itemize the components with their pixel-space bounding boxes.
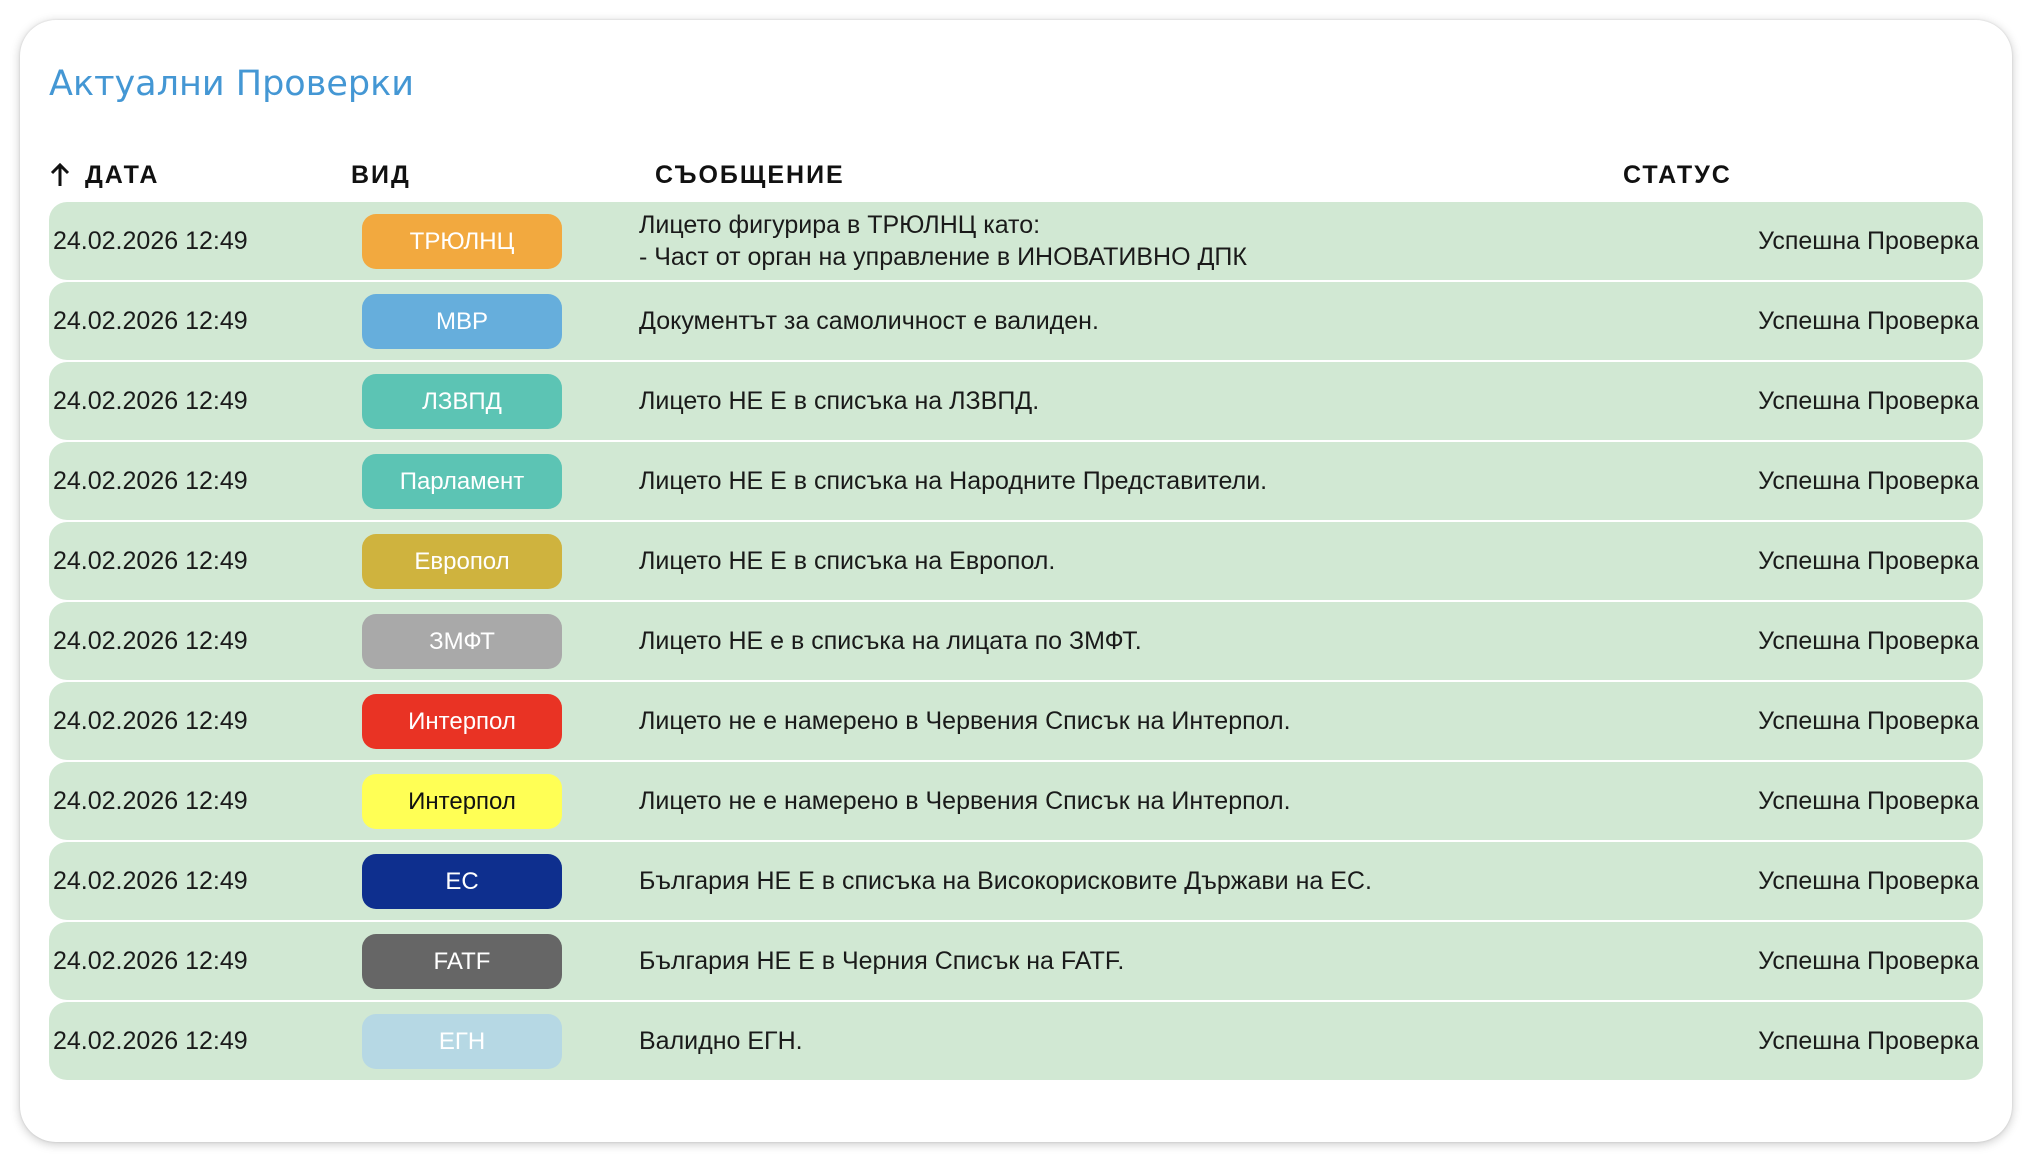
- table-row[interactable]: 24.02.2026 12:49 Интерпол Лицето не е наме…: [49, 682, 1983, 760]
- column-header-date-label: ДАТА: [85, 160, 160, 189]
- row-date: 24.02.2026 12:49: [53, 1026, 248, 1055]
- row-message: Лицето НЕ Е в списъка на Европол.: [639, 522, 1055, 600]
- column-header-status[interactable]: СТАТУС: [1623, 155, 1732, 195]
- check-type-badge: FATF: [362, 934, 562, 989]
- row-message: Лицето не е намерено в Червения Списък н…: [639, 682, 1291, 760]
- table-row[interactable]: 24.02.2026 12:49 Интерпол Лицето не е наме…: [49, 762, 1983, 840]
- table-row[interactable]: 24.02.2026 12:49 ЛЗВПД Лицето НЕ Е в списъ…: [49, 362, 1983, 440]
- check-type-badge: Интерпол: [362, 774, 562, 829]
- row-date: 24.02.2026 12:49: [53, 946, 248, 975]
- row-date: 24.02.2026 12:49: [53, 546, 248, 575]
- row-status: Успешна Проверка: [1758, 946, 1979, 975]
- row-message-line: Лицето НЕ Е в списъка на Европол.: [639, 547, 1056, 575]
- row-message-line: Лицето не е намерено в Червения Списък н…: [639, 787, 1291, 815]
- page-title: Актуални Проверки: [49, 64, 414, 104]
- check-type-badge: МВР: [362, 294, 562, 349]
- column-header-message[interactable]: СЪОБЩЕНИЕ: [655, 155, 845, 195]
- row-status: Успешна Проверка: [1758, 1026, 1979, 1055]
- row-message: Лицето не е намерено в Червения Списък н…: [639, 762, 1291, 840]
- row-message-line: Лицето НЕ е в списъка на лицата по ЗМФТ.: [639, 627, 1142, 655]
- row-message-line: Лицето не е намерено в Червения Списък н…: [639, 707, 1291, 735]
- row-date: 24.02.2026 12:49: [53, 706, 248, 735]
- checks-card: Актуални Проверки ДАТА ВИД СЪОБЩЕНИЕ СТА…: [20, 20, 2012, 1142]
- column-header-type[interactable]: ВИД: [351, 155, 411, 195]
- row-message-line: Валидно ЕГН.: [639, 1027, 803, 1055]
- check-type-badge: ТРЮЛНЦ: [362, 214, 562, 269]
- check-type-badge: Парламент: [362, 454, 562, 509]
- checks-table-body: 24.02.2026 12:49 ТРЮЛНЦ Лицето фигурира в …: [49, 202, 1983, 1082]
- row-date: 24.02.2026 12:49: [53, 386, 248, 415]
- check-type-badge: Европол: [362, 534, 562, 589]
- arrow-up-icon[interactable]: [49, 162, 71, 188]
- table-row[interactable]: 24.02.2026 12:49 ТРЮЛНЦ Лицето фигурира в …: [49, 202, 1983, 280]
- row-date: 24.02.2026 12:49: [53, 226, 248, 255]
- row-message: Лицето НЕ Е в списъка на Народните Предс…: [639, 442, 1267, 520]
- row-date: 24.02.2026 12:49: [53, 306, 248, 335]
- row-message: България НЕ Е в Черния Списък на FATF.: [639, 922, 1124, 1000]
- row-message-line: България НЕ Е в Черния Списък на FATF.: [639, 947, 1125, 975]
- row-status: Успешна Проверка: [1758, 306, 1979, 335]
- row-date: 24.02.2026 12:49: [53, 626, 248, 655]
- table-row[interactable]: 24.02.2026 12:49 МВР Документът за самолич…: [49, 282, 1983, 360]
- check-type-badge: ЗМФТ: [362, 614, 562, 669]
- row-date: 24.02.2026 12:49: [53, 466, 248, 495]
- row-message-line: Документът за самоличност е валиден.: [639, 307, 1099, 335]
- row-status: Успешна Проверка: [1758, 786, 1979, 815]
- row-message-line: Лицето НЕ Е в списъка на Народните Предс…: [639, 467, 1268, 495]
- check-type-badge: ЕС: [362, 854, 562, 909]
- check-type-badge: ЛЗВПД: [362, 374, 562, 429]
- row-date: 24.02.2026 12:49: [53, 866, 248, 895]
- table-row[interactable]: 24.02.2026 12:49 Европол Лицето НЕ Е в спи…: [49, 522, 1983, 600]
- row-status: Успешна Проверка: [1758, 466, 1979, 495]
- row-status: Успешна Проверка: [1758, 386, 1979, 415]
- row-date: 24.02.2026 12:49: [53, 786, 248, 815]
- table-row[interactable]: 24.02.2026 12:49 ЕГН Валидно ЕГН. Успешна П…: [49, 1002, 1983, 1080]
- table-row[interactable]: 24.02.2026 12:49 ЗМФТ Лицето НЕ е в списък…: [49, 602, 1983, 680]
- row-status: Успешна Проверка: [1758, 866, 1979, 895]
- row-message: Валидно ЕГН.: [639, 1002, 803, 1080]
- column-header-date[interactable]: ДАТА: [49, 155, 159, 195]
- table-row[interactable]: 24.02.2026 12:49 ЕС България НЕ Е в списък…: [49, 842, 1983, 920]
- row-message: Документът за самоличност е валиден.: [639, 282, 1099, 360]
- row-message: Лицето НЕ Е в списъка на ЛЗВПД.: [639, 362, 1039, 440]
- row-message: Лицето НЕ е в списъка на лицата по ЗМФТ.: [639, 602, 1142, 680]
- row-status: Успешна Проверка: [1758, 626, 1979, 655]
- row-status: Успешна Проверка: [1758, 226, 1979, 255]
- row-message-line: Лицето НЕ Е в списъка на ЛЗВПД.: [639, 387, 1040, 415]
- row-message-line: България НЕ Е в списъка на Високорискови…: [639, 867, 1372, 895]
- row-message-line-2: - Част от орган на управление в ИНОВАТИВ…: [639, 243, 1247, 271]
- check-type-badge: ЕГН: [362, 1014, 562, 1069]
- row-message: Лицето фигурира в ТРЮЛНЦ като: - Част от …: [639, 202, 1247, 280]
- row-message: България НЕ Е в списъка на Високорискови…: [639, 842, 1372, 920]
- table-header: ДАТА ВИД СЪОБЩЕНИЕ СТАТУС: [49, 155, 1983, 195]
- table-row[interactable]: 24.02.2026 12:49 FATF България НЕ Е в Черн…: [49, 922, 1983, 1000]
- row-status: Успешна Проверка: [1758, 706, 1979, 735]
- row-status: Успешна Проверка: [1758, 546, 1979, 575]
- table-row[interactable]: 24.02.2026 12:49 Парламент Лицето НЕ Е в с…: [49, 442, 1983, 520]
- row-message-line: Лицето фигурира в ТРЮЛНЦ като:: [639, 211, 1041, 239]
- check-type-badge: Интерпол: [362, 694, 562, 749]
